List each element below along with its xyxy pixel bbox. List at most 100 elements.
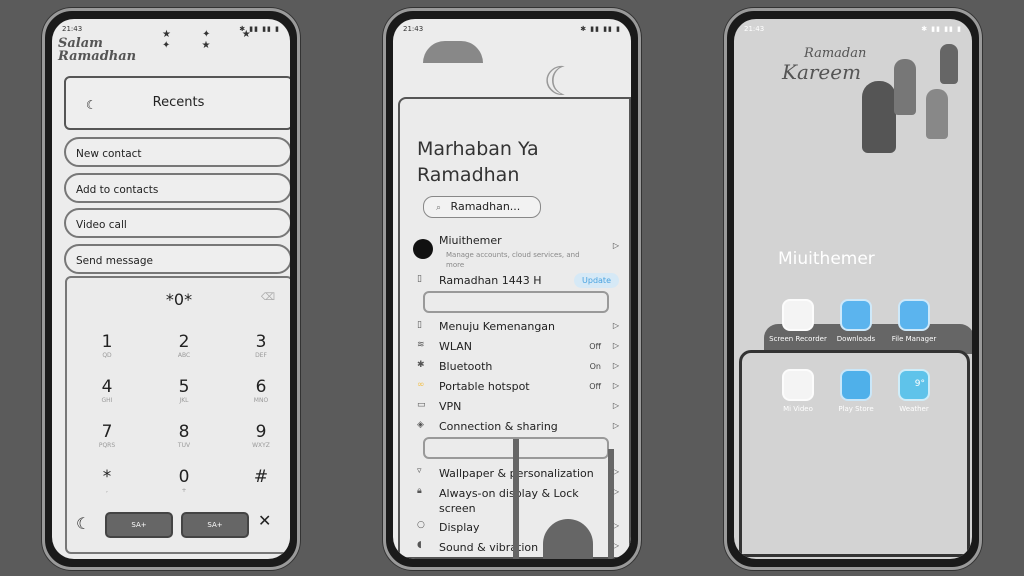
key-digit: 1 <box>101 332 113 352</box>
key-digit: 7 <box>101 422 113 442</box>
key-digit: 6 <box>255 377 267 397</box>
dial-key-8[interactable]: 8 TUV <box>154 422 214 449</box>
app-label: Weather <box>899 405 929 413</box>
send-message-button[interactable]: Send message <box>64 244 290 274</box>
mosque-left-icon: ☾ <box>76 514 91 533</box>
title-line-2: Ramadhan <box>417 164 520 186</box>
lantern-decoration <box>940 44 958 84</box>
title-line-1: Marhaban Ya <box>417 138 539 160</box>
key-letters: PQRS <box>98 442 116 449</box>
settings-item-connection-sharing[interactable]: ◈ Connection & sharing ▷ <box>393 419 631 437</box>
mosque-decoration <box>423 41 483 63</box>
item-value: Off <box>589 342 601 351</box>
settings-item-portable-hotspot[interactable]: ∞ Portable hotspot Off ▷ <box>393 379 631 397</box>
dial-key-6[interactable]: 6 MNO <box>231 377 290 404</box>
status-icons: ✱ ▮▮ ▮▮ ▮ <box>580 25 621 33</box>
key-digit: 2 <box>178 332 190 352</box>
wallpaper-icon: ▿ <box>417 466 422 476</box>
key-letters: DEF <box>255 352 267 359</box>
file-manager-app-icon[interactable] <box>898 299 930 331</box>
key-digit: 4 <box>101 377 113 397</box>
widget-text[interactable]: Miuithemer <box>778 249 875 269</box>
item-label: Display <box>439 521 480 534</box>
item-value: On <box>589 362 601 371</box>
item-label: VPN <box>439 400 462 413</box>
search-input[interactable]: ⌕ Ramadhan... <box>423 196 541 218</box>
video-call-button[interactable]: Video call <box>64 208 290 238</box>
dial-key-4[interactable]: 4 GHI <box>77 377 137 404</box>
key-digit: 8 <box>178 422 190 442</box>
page-title: Marhaban Ya Ramadhan <box>417 136 539 188</box>
account-name: Miuithemer <box>439 234 502 247</box>
key-digit: # <box>253 467 269 487</box>
chevron-right-icon: ▷ <box>612 421 619 430</box>
chevron-right-icon: ▷ <box>612 361 619 370</box>
lantern-decoration <box>894 59 916 115</box>
dial-key-3[interactable]: 3 DEF <box>231 332 290 359</box>
settings-item-wlan[interactable]: ≋ WLAN Off ▷ <box>393 339 631 357</box>
dial-input[interactable]: *0* <box>67 290 290 309</box>
add-to-contacts-button[interactable]: Add to contacts <box>64 173 290 203</box>
chevron-right-icon: ▷ <box>612 381 619 390</box>
dial-key-hash[interactable]: # <box>231 467 290 487</box>
settings-screen: 21:43 ✱ ▮▮ ▮▮ ▮ ☾ Marhaban Ya Ramadhan ⌕… <box>393 19 631 559</box>
settings-item-menuju-kemenangan[interactable]: ▯ Menuju Kemenangan ▷ <box>393 319 631 337</box>
settings-item-vpn[interactable]: ▭ VPN ▷ <box>393 399 631 417</box>
dial-key-0[interactable]: 0 + <box>154 467 214 494</box>
item-label: Connection & sharing <box>439 420 558 433</box>
item-label: Menuju Kemenangan <box>439 320 556 333</box>
settings-item-bluetooth[interactable]: ✱ Bluetooth On ▷ <box>393 359 631 377</box>
call-sim1-button[interactable]: SA+ <box>105 512 173 538</box>
app-label: Screen Recorder <box>769 335 827 343</box>
chevron-right-icon: ▷ <box>612 341 619 350</box>
key-letters: ABC <box>177 352 191 359</box>
chevron-right-icon: ▷ <box>612 401 619 410</box>
item-value: Off <box>589 382 601 391</box>
search-icon: ⌕ <box>436 203 442 213</box>
recents-label: Recents <box>152 95 205 110</box>
key-digit: 5 <box>178 377 190 397</box>
account-subtitle: Manage accounts, cloud services, and more <box>446 251 580 269</box>
status-time: 21:43 <box>744 25 765 33</box>
home-screen: 21:43 ✱ ▮▮ ▮▮ ▮ Ramadan Kareem Miuitheme… <box>734 19 972 559</box>
key-digit: 9 <box>255 422 267 442</box>
version-label: Ramadhan 1443 H <box>439 274 542 287</box>
status-time: 21:43 <box>403 25 424 33</box>
dial-key-7[interactable]: 7 PQRS <box>77 422 137 449</box>
phone-settings: 21:43 ✱ ▮▮ ▮▮ ▮ ☾ Marhaban Ya Ramadhan ⌕… <box>383 8 641 570</box>
recents-tab[interactable]: ☾ Recents <box>64 76 290 130</box>
chevron-right-icon: ▷ <box>612 241 619 250</box>
new-contact-button[interactable]: New contact <box>64 137 290 167</box>
mi-video-app-icon[interactable] <box>782 369 814 401</box>
backspace-icon[interactable]: ⌫ <box>261 292 275 303</box>
phone-home: 21:43 ✱ ▮▮ ▮▮ ▮ Ramadan Kareem Miuitheme… <box>724 8 982 570</box>
dial-key-star[interactable]: *, <box>77 467 137 494</box>
play-store-app-icon[interactable] <box>840 369 872 401</box>
call-sim2-button[interactable]: SA+ <box>181 512 249 538</box>
version-row[interactable]: ▯ Ramadhan 1443 H Update <box>393 273 631 291</box>
account-row[interactable]: Miuithemer Manage accounts, cloud servic… <box>393 233 631 273</box>
ramadan-kareem-wallpaper-text: Ramadan Kareem <box>782 46 867 84</box>
salam-ramadhan-logo: Salam Ramadhan <box>58 36 137 64</box>
app-label: Downloads <box>836 335 876 343</box>
downloads-app-icon[interactable] <box>840 299 872 331</box>
key-letters: + <box>181 487 187 494</box>
display-icon: ○ <box>417 520 425 530</box>
bluetooth-icon: ✱ <box>417 360 425 370</box>
dial-key-1[interactable]: 1 QD <box>77 332 137 359</box>
screen-recorder-app-icon[interactable] <box>782 299 814 331</box>
phone-icon: ▯ <box>417 320 422 330</box>
lantern-decoration <box>926 89 948 139</box>
lantern-decoration: ★ ✦ ★ ✦ ★ <box>162 29 265 51</box>
dial-key-5[interactable]: 5 JKL <box>154 377 214 404</box>
dial-key-9[interactable]: 9 WXYZ <box>231 422 290 449</box>
key-letters: WXYZ <box>252 442 270 449</box>
app-label: File Manager <box>891 335 937 343</box>
weather-app-icon[interactable]: 9° <box>898 369 930 401</box>
phone-icon: ▯ <box>417 274 422 284</box>
dial-key-2[interactable]: 2 ABC <box>154 332 214 359</box>
update-badge[interactable]: Update <box>574 273 619 288</box>
key-letters: , <box>106 487 108 494</box>
mosque-silhouette <box>503 439 631 559</box>
avatar <box>413 239 433 259</box>
